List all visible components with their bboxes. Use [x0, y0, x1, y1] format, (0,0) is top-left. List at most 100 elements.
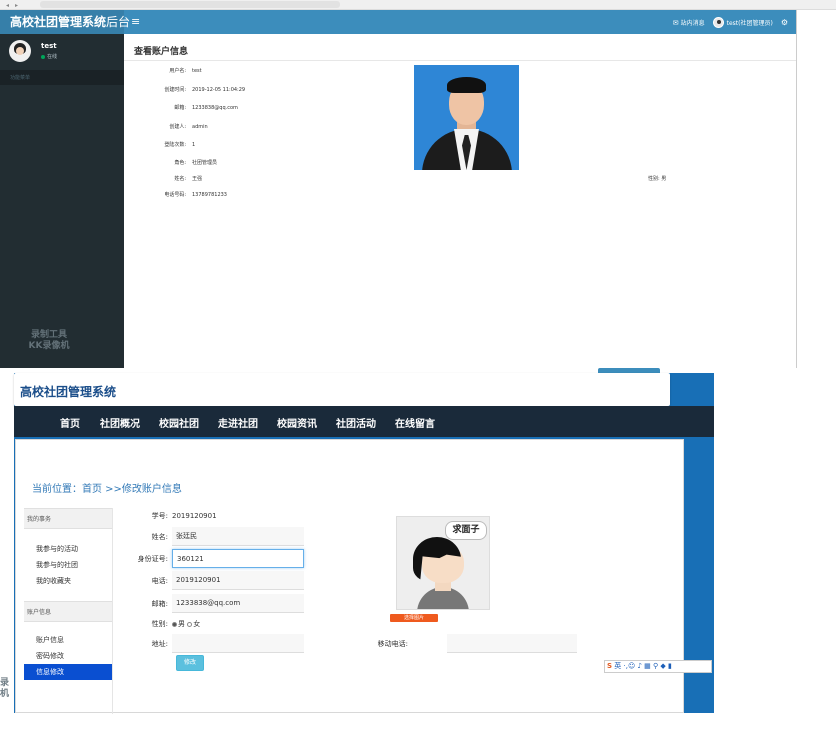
phone-label: 电话: — [151, 577, 168, 585]
menu-item-change-password[interactable]: 密码修改 — [24, 648, 112, 664]
address-bar[interactable] — [40, 1, 340, 8]
info-value: 1233838@qq.com — [192, 105, 238, 111]
row-name: 姓名: — [126, 532, 172, 542]
student-id-value: 2019120901 — [172, 512, 217, 520]
info-phone: 电话号码: 13789781233 — [124, 191, 227, 198]
account-menu[interactable]: test(社团管理员) — [712, 16, 773, 28]
info-value: 1 — [192, 142, 196, 148]
browser-nav-icons[interactable]: ◂▸ — [6, 2, 24, 9]
bars-icon[interactable]: ≡ — [131, 10, 140, 34]
info-email: 邮箱: 1233838@qq.com — [124, 104, 238, 111]
watermark-fragment: 录机 — [0, 678, 10, 699]
menu-divider — [112, 508, 113, 714]
phone-field[interactable] — [172, 571, 304, 590]
watermark: 录制工具 KK录像机 — [14, 330, 84, 352]
info-value: admin — [192, 124, 208, 130]
address-label: 地址: — [151, 640, 168, 648]
email-field[interactable] — [172, 594, 304, 613]
watermark-line2: KK录像机 — [28, 341, 70, 351]
nav-guestbook[interactable]: 在线留言 — [395, 415, 435, 430]
upload-button[interactable]: 选择图片 — [390, 614, 438, 622]
sogou-icon: S — [607, 662, 613, 670]
info-login-count: 登陆次数: 1 — [124, 141, 195, 148]
front-site: 高校社团管理系统 首页 社团概况 校园社团 走进社团 校园资讯 社团活动 在线留… — [14, 373, 714, 714]
breadcrumb: 当前位置：首页 >>修改账户信息 — [32, 484, 182, 495]
header-avatar — [712, 16, 724, 28]
row-address: 地址: — [126, 639, 172, 649]
id-card-label: 身份证号: — [137, 555, 168, 563]
info-label: 创建人: — [169, 124, 186, 130]
page-title: 查看账户信息 — [134, 47, 189, 57]
admin-header: 高校社团管理系统后台 ≡ ✉ 站内消息 test(社团管理员) ⚙ — [0, 10, 796, 34]
user-status: 在线 — [41, 53, 57, 60]
menu-group-account: 账户信息 — [24, 601, 112, 622]
admin-sidebar: test 在线 功能菜单 录制工具 KK录像机 — [0, 34, 124, 368]
info-label: 角色: — [174, 160, 186, 166]
nav-overview[interactable]: 社团概况 — [100, 415, 140, 430]
nav-home[interactable]: 首页 — [60, 415, 80, 430]
info-label: 姓名: — [174, 176, 186, 182]
title-divider — [124, 60, 796, 61]
menu-group-affairs: 我的事务 — [24, 508, 112, 529]
menu-item-account-info[interactable]: 账户信息 — [24, 632, 112, 648]
gears-icon[interactable]: ⚙ — [781, 18, 788, 27]
nav-campus-news[interactable]: 校园资讯 — [277, 415, 317, 430]
nav-club-activities[interactable]: 社团活动 — [336, 415, 376, 430]
gender-value: 男 — [661, 176, 667, 182]
admin-logo-light: 后台 — [106, 15, 131, 29]
row-id-card: 身份证号: — [126, 554, 172, 564]
info-created-time: 创建时间: 2019-12-05 11:04:29 — [124, 86, 245, 93]
mobile-label: 移动电话: — [377, 640, 408, 648]
submit-button[interactable]: 修改 — [176, 655, 204, 671]
address-field[interactable] — [172, 634, 304, 653]
ime-toolbar[interactable]: S 英 ·,☺ ♪ ▦ ⚲ ◆ ▮ — [604, 660, 712, 673]
info-label: 邮箱: — [174, 105, 186, 111]
gender-female-radio[interactable] — [187, 621, 193, 627]
info-value: test — [192, 68, 202, 74]
user-name: test — [41, 42, 57, 50]
id-card-field[interactable] — [172, 549, 304, 568]
info-label: 电话号码: — [164, 192, 186, 198]
info-value: 2019-12-05 11:04:29 — [192, 87, 246, 93]
header-right: ✉ 站内消息 test(社团管理员) ⚙ — [673, 10, 788, 34]
content-panel: 当前位置：首页 >>修改账户信息 我的事务 我参与的活动 我参与的社团 我的收藏… — [15, 439, 684, 714]
user-menu: 我的事务 我参与的活动 我参与的社团 我的收藏夹 账户信息 账户信息 密码修改 … — [24, 508, 112, 714]
admin-logo-bold: 高校社团管理系统 — [10, 15, 107, 29]
mobile-field[interactable] — [447, 634, 577, 653]
info-value: 社团管理员 — [192, 160, 218, 166]
user-status-text: 在线 — [47, 54, 58, 60]
row-email: 邮箱: — [126, 599, 172, 609]
nav-campus-clubs[interactable]: 校园社团 — [159, 415, 199, 430]
main-nav: 首页 社团概况 校园社团 走进社团 校园资讯 社团活动 在线留言 — [14, 406, 714, 437]
info-value: 13789781233 — [192, 192, 227, 198]
admin-logo[interactable]: 高校社团管理系统后台 — [0, 10, 130, 34]
site-title[interactable]: 高校社团管理系统 — [20, 383, 116, 400]
envelope-icon: ✉ — [672, 18, 679, 27]
mail-link[interactable]: ✉ 站内消息 — [673, 18, 705, 27]
gender-male-radio[interactable] — [172, 621, 177, 627]
nav-explore-clubs[interactable]: 走进社团 — [218, 415, 258, 430]
row-mobile: 移动电话: — [366, 639, 412, 649]
menu-item-my-activities[interactable]: 我参与的活动 — [24, 541, 112, 557]
menu-item-edit-info[interactable]: 信息修改 — [24, 664, 112, 680]
user-panel: test 在线 — [0, 34, 124, 66]
user-photo — [414, 65, 519, 170]
gender-label: 性别: — [151, 620, 168, 628]
name-label: 姓名: — [151, 533, 168, 541]
menu-item-my-clubs[interactable]: 我参与的社团 — [24, 557, 112, 573]
gender-label: 性别: — [648, 176, 660, 182]
info-creator: 创建人: admin — [124, 123, 208, 130]
row-phone: 电话: — [126, 576, 172, 586]
info-label: 用户名: — [169, 68, 186, 74]
info-label: 登陆次数: — [164, 142, 186, 148]
admin-content: 查看账户信息 用户名: test 创建时间: 2019-12-05 11:04:29… — [124, 34, 796, 368]
menu-item-favorites[interactable]: 我的收藏夹 — [24, 573, 112, 589]
front-header: 高校社团管理系统 — [14, 373, 670, 406]
info-gender: 性别: 男 — [648, 175, 666, 182]
info-role: 角色: 社团管理员 — [124, 159, 217, 166]
name-field[interactable] — [172, 527, 304, 546]
info-label: 创建时间: — [164, 87, 186, 93]
gender-male-label: 男 — [178, 620, 185, 628]
avatar — [9, 40, 31, 62]
info-value: 王强 — [192, 176, 203, 182]
